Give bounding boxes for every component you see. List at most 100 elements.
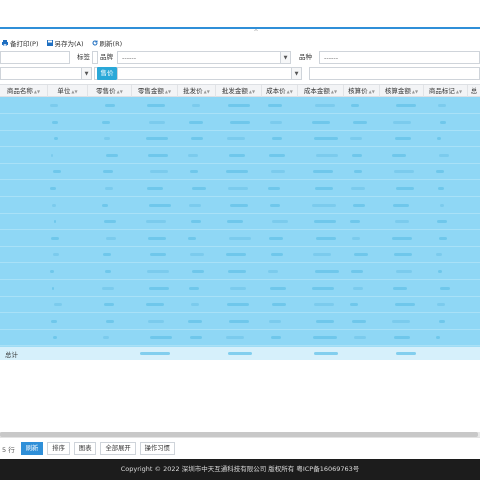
- brand-select[interactable]: ------: [117, 51, 281, 64]
- table-cell-blurred: [268, 104, 282, 107]
- table-cell-blurred: [351, 270, 363, 273]
- table-row[interactable]: [0, 329, 480, 347]
- table-cell-blurred: [50, 104, 58, 107]
- toolbar: 备打印(P) 另存为(A) 刷新(R): [0, 36, 480, 49]
- col-header-total[interactable]: 总: [468, 85, 480, 97]
- table-cell-blurred: [354, 170, 362, 174]
- table-cell-blurred: [437, 137, 441, 141]
- table-cell-blurred: [316, 153, 338, 157]
- empty-area: [0, 360, 480, 434]
- print-button[interactable]: 备打印(P): [2, 38, 39, 48]
- filter-input-4[interactable]: [309, 67, 480, 80]
- bottom-bar: 5 行 刷新 排序 图表 全部展开 操作习惯: [0, 437, 480, 459]
- category-label: 品种: [299, 53, 312, 61]
- table-row[interactable]: [0, 114, 480, 131]
- table-cell-blurred: [54, 220, 56, 224]
- table-cell-blurred: [394, 336, 410, 340]
- chart-button[interactable]: 图表: [73, 442, 97, 455]
- brand-dropdown-icon[interactable]: ▼: [281, 51, 291, 64]
- filter-input-2[interactable]: [0, 67, 82, 80]
- filter-input-1[interactable]: [0, 51, 70, 64]
- table-cell-blurred: [439, 153, 449, 157]
- table-cell-blurred: [437, 303, 445, 307]
- header-accent-line: [0, 27, 480, 29]
- table-cell-blurred: [52, 286, 54, 290]
- table-row[interactable]: [0, 213, 480, 231]
- table-row[interactable]: [0, 246, 480, 264]
- table-row[interactable]: [0, 147, 480, 164]
- filter-dropdown-icon[interactable]: ▼: [82, 67, 92, 80]
- table-cell-blurred: [350, 303, 358, 307]
- col-header-wholesale-amount[interactable]: 批发金额▲▼: [216, 85, 262, 97]
- table-cell-blurred: [395, 220, 409, 224]
- col-header-retail-price[interactable]: 零售价▲▼: [88, 85, 132, 97]
- table-row[interactable]: [0, 130, 480, 148]
- col-header-retail-amount[interactable]: 零售金额▲▼: [132, 85, 178, 97]
- table-cell-blurred: [104, 220, 116, 224]
- col-header-unit[interactable]: 单位▲▼: [48, 85, 88, 97]
- table-row[interactable]: [0, 180, 480, 197]
- table-cell-blurred: [268, 187, 280, 190]
- table-cell-blurred: [191, 303, 199, 307]
- table-cell-blurred: [227, 137, 245, 141]
- table-cell-blurred: [353, 286, 363, 290]
- table-cell-blurred: [396, 187, 414, 190]
- table-row[interactable]: [0, 263, 480, 280]
- footer-retail-sum-blurred: [140, 352, 170, 355]
- table-cell-blurred: [52, 203, 56, 207]
- table-cell-blurred: [102, 120, 110, 124]
- table-cell-blurred: [192, 187, 206, 190]
- table-row[interactable]: [0, 97, 480, 114]
- price-button[interactable]: 售价: [97, 67, 117, 80]
- sort-button[interactable]: 排序: [47, 442, 70, 455]
- col-header-cost-price[interactable]: 成本价▲▼: [262, 85, 298, 97]
- table-row[interactable]: [0, 280, 480, 297]
- price-input[interactable]: [117, 67, 292, 80]
- filter-panel: 标签 品牌 ------ ▼ 品种 ------ ▼ 售价 ▼: [0, 51, 480, 84]
- category-select[interactable]: ------: [319, 51, 480, 64]
- save-as-button[interactable]: 另存为(A): [46, 38, 84, 48]
- table-cell-blurred: [147, 270, 169, 273]
- table-cell-blurred: [226, 336, 244, 340]
- table-cell-blurred: [149, 286, 169, 290]
- col-header-wholesale-price[interactable]: 批发价▲▼: [178, 85, 216, 97]
- table-cell-blurred: [312, 286, 334, 290]
- refresh-grid-button[interactable]: 刷新: [20, 442, 44, 455]
- table-cell-blurred: [268, 270, 278, 273]
- table-row[interactable]: [0, 313, 480, 330]
- table-cell-blurred: [228, 104, 250, 107]
- table-row[interactable]: [0, 163, 480, 181]
- table-cell-blurred: [313, 253, 331, 257]
- table-cell-blurred: [352, 153, 362, 157]
- table-row[interactable]: [0, 197, 480, 214]
- table-cell-blurred: [354, 253, 368, 257]
- col-header-cost-amount[interactable]: 成本金额▲▼: [298, 85, 344, 97]
- tag-input[interactable]: [92, 51, 98, 64]
- table-cell-blurred: [147, 104, 165, 107]
- refresh-button[interactable]: 刷新(R): [92, 38, 122, 48]
- table-row[interactable]: [0, 230, 480, 247]
- table-cell-blurred: [189, 286, 199, 290]
- table-cell-blurred: [188, 319, 202, 323]
- table-cell-blurred: [350, 220, 360, 224]
- table-cell-blurred: [352, 236, 360, 240]
- table-cell-blurred: [146, 137, 168, 141]
- table-cell-blurred: [272, 303, 286, 307]
- table-row[interactable]: [0, 296, 480, 314]
- table-cell-blurred: [148, 319, 164, 323]
- table-cell-blurred: [269, 236, 283, 240]
- expand-all-button[interactable]: 全部展开: [100, 442, 136, 455]
- col-header-check-amount[interactable]: 核算金额▲▼: [380, 85, 424, 97]
- table-cell-blurred: [393, 286, 407, 290]
- col-header-check-price[interactable]: 核算价▲▼: [344, 85, 380, 97]
- col-header-product-tag[interactable]: 商品标记▲▼: [424, 85, 468, 97]
- price-dropdown-icon[interactable]: ▼: [292, 67, 302, 80]
- table-cell-blurred: [230, 203, 248, 207]
- table-cell-blurred: [147, 187, 163, 190]
- table-cell-blurred: [191, 137, 203, 141]
- col-header-name[interactable]: 商品名称▲▼: [0, 85, 48, 97]
- table-cell-blurred: [190, 170, 198, 174]
- operation-habits-button[interactable]: 操作习惯: [139, 442, 175, 455]
- table-cell-blurred: [54, 137, 58, 141]
- table-cell-blurred: [189, 203, 201, 207]
